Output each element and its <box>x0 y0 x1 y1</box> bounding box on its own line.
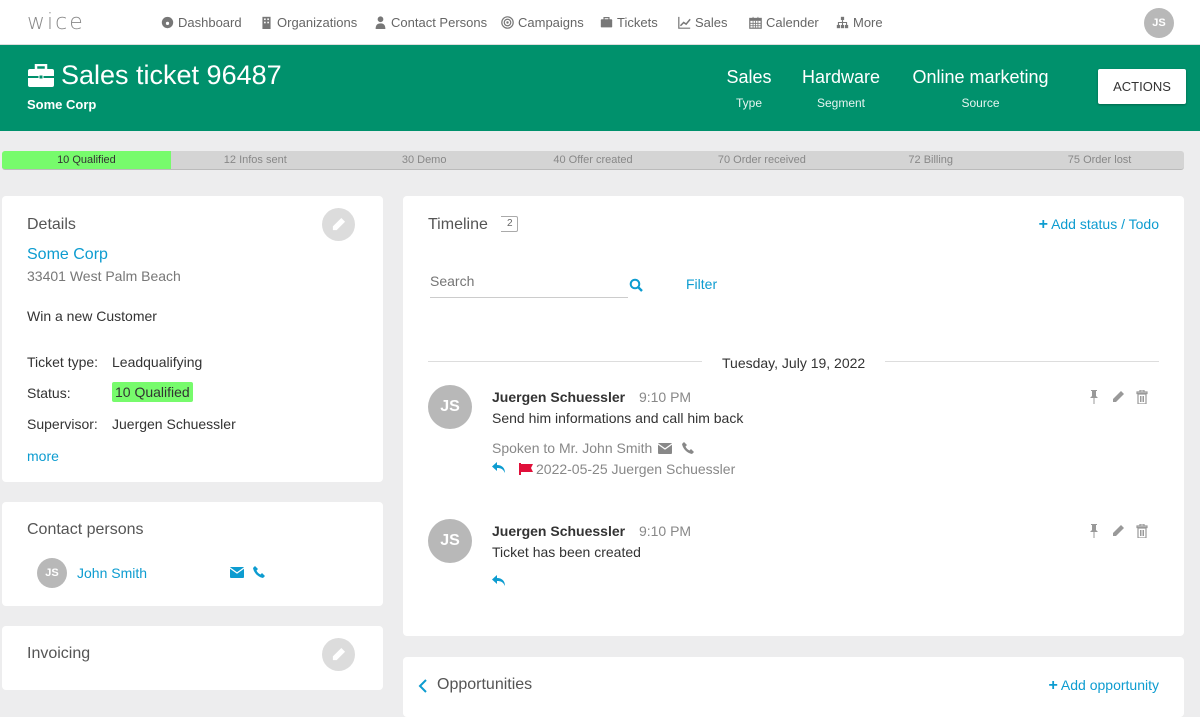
details-address: 33401 West Palm Beach <box>27 268 181 284</box>
stage-demo[interactable]: 30 Demo <box>340 151 509 169</box>
contact-avatar: JS <box>37 558 67 588</box>
entry-avatar: JS <box>428 519 472 563</box>
nav-tickets[interactable]: Tickets <box>600 15 658 30</box>
ticket-type-row: Ticket type: Leadqualifying <box>27 354 203 370</box>
trash-icon[interactable] <box>1135 390 1149 404</box>
entry-time: 9:10 PM <box>638 389 692 405</box>
timeline-count-badge: 2 <box>501 216 518 232</box>
trash-icon[interactable] <box>1135 524 1149 538</box>
pencil-icon <box>332 217 346 231</box>
header-company[interactable]: Some Corp <box>27 97 96 112</box>
details-card: Details Some Corp 33401 West Palm Beach … <box>2 196 383 482</box>
ticket-title: Sales ticket 96487 <box>27 60 282 91</box>
plus-icon: + <box>1038 216 1048 233</box>
edit-invoicing-button[interactable] <box>322 638 355 671</box>
status-row: Status: 10 Qualified <box>27 382 193 402</box>
more-link[interactable]: more <box>27 448 59 464</box>
nav-contact-persons[interactable]: Contact Persons <box>374 15 487 30</box>
stage-billing[interactable]: 72 Billing <box>846 151 1015 169</box>
header-segment: Hardware Segment <box>801 67 881 110</box>
nav-organizations[interactable]: Organizations <box>260 15 357 30</box>
timeline-search-input[interactable] <box>430 264 628 298</box>
briefcase-icon <box>27 63 55 87</box>
actions-button[interactable]: ACTIONS <box>1098 69 1186 104</box>
add-opportunity-button[interactable]: + Add opportunity <box>1048 677 1159 695</box>
opportunities-title: Opportunities <box>437 676 533 693</box>
top-navigation: wice Dashboard Organizations Contact Per… <box>0 0 1200 45</box>
calendar-icon <box>749 16 762 29</box>
filter-button[interactable]: Filter <box>686 276 717 292</box>
pencil-icon[interactable] <box>1111 390 1125 404</box>
email-icon[interactable] <box>230 567 244 578</box>
pin-icon[interactable] <box>1087 524 1101 538</box>
supervisor-row: Supervisor: Juergen Schuessler <box>27 416 236 432</box>
nav-more[interactable]: More <box>836 15 883 30</box>
details-title: Details <box>27 216 76 233</box>
edit-details-button[interactable] <box>322 208 355 241</box>
target-icon <box>501 16 514 29</box>
entry-text: Send him informations and call him back <box>492 410 744 426</box>
reply-icon[interactable] <box>492 575 506 587</box>
invoicing-card: Invoicing <box>2 626 383 690</box>
entry-actions <box>1087 390 1149 404</box>
details-description: Win a new Customer <box>27 308 157 324</box>
stage-order-lost[interactable]: 75 Order lost <box>1015 151 1184 169</box>
entry-time: 9:10 PM <box>638 523 692 539</box>
contact-name-link[interactable]: John Smith <box>77 565 147 581</box>
phone-icon[interactable] <box>253 566 265 578</box>
search-icon[interactable] <box>629 278 643 292</box>
pencil-icon[interactable] <box>1111 524 1125 538</box>
ticket-header: Sales ticket 96487 Some Corp Sales Type … <box>0 45 1200 131</box>
chevron-left-icon[interactable] <box>418 679 428 693</box>
date-divider-right <box>885 361 1159 362</box>
stage-qualified[interactable]: 10 Qualified <box>2 151 171 169</box>
flag-icon <box>519 463 533 475</box>
details-company-link[interactable]: Some Corp <box>27 246 108 264</box>
stage-infos-sent[interactable]: 12 Infos sent <box>171 151 340 169</box>
contacts-title: Contact persons <box>27 521 144 538</box>
status-badge: 10 Qualified <box>112 382 193 402</box>
header-type: Sales Type <box>726 67 772 110</box>
timeline-title: Timeline <box>428 216 488 233</box>
plus-icon: + <box>1048 677 1058 694</box>
sitemap-icon <box>836 16 849 29</box>
stage-order-received[interactable]: 70 Order received <box>677 151 846 169</box>
entry-actions <box>1087 524 1149 538</box>
entry-avatar: JS <box>428 385 472 429</box>
briefcase-icon <box>600 17 613 28</box>
opportunities-card: Opportunities + Add opportunity <box>403 657 1184 717</box>
line-chart-icon <box>678 16 691 29</box>
pencil-icon <box>332 647 346 661</box>
app-logo[interactable]: wice <box>27 10 85 35</box>
entry-author: Juergen Schuessler <box>492 389 626 405</box>
entry-text: Ticket has been created <box>492 544 641 560</box>
pin-icon[interactable] <box>1087 390 1101 404</box>
user-avatar[interactable]: JS <box>1144 8 1174 38</box>
invoicing-title: Invoicing <box>27 645 91 662</box>
contacts-card: Contact persons JS John Smith <box>2 502 383 606</box>
header-source: Online marketing Source <box>912 67 1049 110</box>
entry-author: Juergen Schuessler <box>492 523 626 539</box>
nav-campaigns[interactable]: Campaigns <box>501 15 584 30</box>
reply-icon[interactable] <box>492 462 506 474</box>
timeline-date: Tuesday, July 19, 2022 <box>722 355 866 371</box>
email-icon[interactable] <box>658 442 673 454</box>
nav-dashboard[interactable]: Dashboard <box>161 15 242 30</box>
date-divider-left <box>428 361 702 362</box>
add-status-todo-button[interactable]: + Add status / Todo <box>1039 216 1159 234</box>
building-icon <box>262 16 271 29</box>
timeline-card: Timeline 2 + Add status / Todo Filter Tu… <box>403 196 1184 636</box>
stage-offer-created[interactable]: 40 Offer created <box>509 151 678 169</box>
phone-icon[interactable] <box>682 442 695 454</box>
nav-calender[interactable]: Calender <box>749 15 819 30</box>
entry-flag: 2022-05-25 Juergen Schuessler <box>519 461 735 477</box>
user-icon <box>375 16 386 29</box>
dashboard-icon <box>161 16 174 29</box>
pipeline-stages: 10 Qualified 12 Infos sent 30 Demo 40 Of… <box>2 151 1184 170</box>
nav-sales[interactable]: Sales <box>678 15 728 30</box>
entry-note: Spoken to Mr. John Smith <box>492 440 695 456</box>
